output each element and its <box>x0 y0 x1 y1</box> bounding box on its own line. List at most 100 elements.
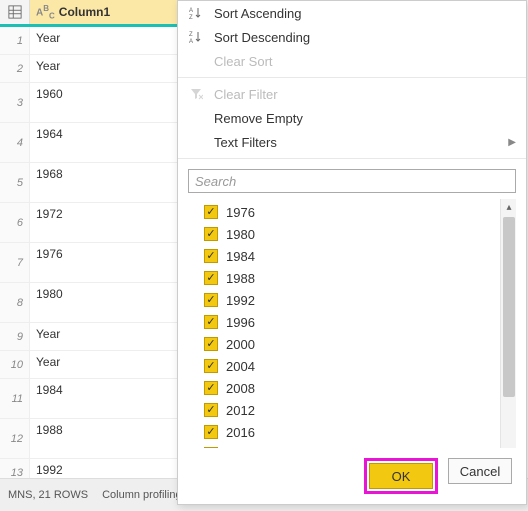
checkbox-icon[interactable] <box>204 381 218 395</box>
sort-ascending[interactable]: AZ Sort Ascending <box>178 1 526 25</box>
menu-label: Sort Ascending <box>214 6 301 21</box>
rows-container: 1Year2Year319604196451968619727197681980… <box>0 27 179 487</box>
row-index: 7 <box>0 243 30 282</box>
menu-label: Remove Empty <box>214 111 303 126</box>
row-value: 1972 <box>30 203 179 242</box>
filter-label: 2012 <box>226 403 255 418</box>
type-icon: ABC <box>36 4 55 20</box>
column-header[interactable]: ABC Column1 <box>30 0 179 24</box>
row-index: 4 <box>0 123 30 162</box>
checkbox-icon[interactable] <box>204 403 218 417</box>
filter-label: 1992 <box>226 293 255 308</box>
filter-item[interactable]: 2016 <box>188 421 500 443</box>
filter-label: 1976 <box>226 205 255 220</box>
sort-asc-icon: AZ <box>188 5 204 21</box>
cancel-button[interactable]: Cancel <box>448 458 512 484</box>
separator <box>178 158 526 159</box>
filter-label: 1996 <box>226 315 255 330</box>
svg-text:Z: Z <box>189 32 193 38</box>
filter-label: 2016 <box>226 425 255 440</box>
filter-item[interactable]: 1976 <box>188 201 500 223</box>
row-index: 2 <box>0 55 30 82</box>
clear-filter: Clear Filter <box>178 82 526 106</box>
checkbox-icon[interactable] <box>204 227 218 241</box>
profiling-label: Column profiling <box>102 489 181 501</box>
table-row[interactable]: 51968 <box>0 163 179 203</box>
blank-icon <box>188 134 204 150</box>
row-value: 1968 <box>30 163 179 202</box>
table-row[interactable]: 1Year <box>0 27 179 55</box>
row-value: Year <box>30 55 179 82</box>
checkbox-icon[interactable] <box>204 205 218 219</box>
svg-text:A: A <box>189 39 193 44</box>
row-value: 1988 <box>30 419 179 458</box>
table-row[interactable]: 121988 <box>0 419 179 459</box>
scrollbar[interactable]: ▴ ▾ <box>500 199 516 448</box>
sort-descending[interactable]: ZA Sort Descending <box>178 25 526 49</box>
filter-item[interactable]: 1984 <box>188 245 500 267</box>
menu-label: Clear Filter <box>214 87 278 102</box>
checkbox-icon[interactable] <box>204 249 218 263</box>
table-row[interactable]: 81980 <box>0 283 179 323</box>
row-value: Year <box>30 27 179 54</box>
ok-button[interactable]: OK <box>369 463 433 489</box>
table-row[interactable]: 9Year <box>0 323 179 351</box>
table-row[interactable]: 31960 <box>0 83 179 123</box>
svg-text:A: A <box>189 8 193 14</box>
row-index: 9 <box>0 323 30 350</box>
filter-item[interactable]: 2012 <box>188 399 500 421</box>
checkbox-icon[interactable] <box>204 447 218 448</box>
table-header: ABC Column1 <box>0 0 179 27</box>
table-row[interactable]: 10Year <box>0 351 179 379</box>
search-input[interactable]: Search <box>188 169 516 193</box>
button-row: OK Cancel <box>178 448 526 504</box>
text-filters[interactable]: Text Filters ▶ <box>178 130 526 154</box>
checkbox-icon[interactable] <box>204 425 218 439</box>
row-value: 1976 <box>30 243 179 282</box>
filter-item[interactable]: 1980 <box>188 223 500 245</box>
scroll-up-icon[interactable]: ▴ <box>501 199 516 215</box>
separator <box>178 77 526 78</box>
row-index: 3 <box>0 83 30 122</box>
scroll-thumb[interactable] <box>503 217 515 397</box>
filter-label: 2008 <box>226 381 255 396</box>
menu-label: Text Filters <box>214 135 277 150</box>
row-index: 11 <box>0 379 30 418</box>
table-row[interactable]: 71976 <box>0 243 179 283</box>
checkbox-icon[interactable] <box>204 271 218 285</box>
filter-label: 1984 <box>226 249 255 264</box>
table-row[interactable]: 111984 <box>0 379 179 419</box>
filter-item[interactable]: 1996 <box>188 311 500 333</box>
row-index: 10 <box>0 351 30 378</box>
row-value: 1984 <box>30 379 179 418</box>
filter-item[interactable]: 2020 <box>188 443 500 448</box>
filter-label: 2004 <box>226 359 255 374</box>
table-row[interactable]: 61972 <box>0 203 179 243</box>
clear-sort: Clear Sort <box>178 49 526 73</box>
data-table: ABC Column1 1Year2Year319604196451968619… <box>0 0 180 478</box>
filter-label: 1980 <box>226 227 255 242</box>
table-row[interactable]: 2Year <box>0 55 179 83</box>
filter-item[interactable]: 2008 <box>188 377 500 399</box>
row-value: 1980 <box>30 283 179 322</box>
filter-item[interactable]: 1992 <box>188 289 500 311</box>
row-index: 1 <box>0 27 30 54</box>
menu-label: Sort Descending <box>214 30 310 45</box>
checkbox-icon[interactable] <box>204 337 218 351</box>
row-value: Year <box>30 351 179 378</box>
table-row[interactable]: 41964 <box>0 123 179 163</box>
row-index: 6 <box>0 203 30 242</box>
blank-icon <box>188 53 204 69</box>
menu-label: Clear Sort <box>214 54 273 69</box>
checkbox-icon[interactable] <box>204 293 218 307</box>
checkbox-icon[interactable] <box>204 315 218 329</box>
filter-item[interactable]: 2000 <box>188 333 500 355</box>
checkbox-icon[interactable] <box>204 359 218 373</box>
filter-label: 2000 <box>226 337 255 352</box>
remove-empty[interactable]: Remove Empty <box>178 106 526 130</box>
table-icon[interactable] <box>0 0 30 24</box>
filter-item[interactable]: 2004 <box>188 355 500 377</box>
filter-item[interactable]: 1988 <box>188 267 500 289</box>
row-value: 1964 <box>30 123 179 162</box>
blank-icon <box>188 110 204 126</box>
